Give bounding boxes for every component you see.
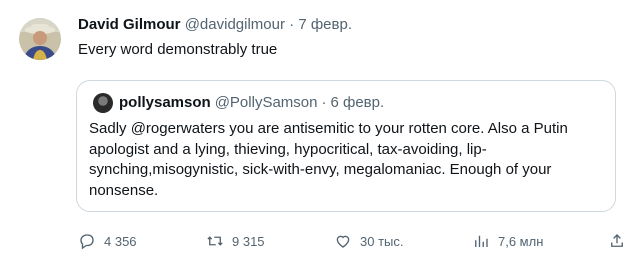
views-button[interactable]: 7,6 млн: [472, 232, 543, 250]
quoted-author-name: pollysamson: [119, 94, 211, 111]
post-text: Every word demonstrably true: [78, 41, 278, 58]
quoted-header-separator: ·: [321, 94, 327, 111]
reply-icon: [80, 234, 94, 250]
views-count: 7,6 млн: [498, 233, 544, 249]
post-header: David Gilmour @davidgilmour · 7 февр.: [78, 15, 352, 35]
like-button[interactable]: 30 тыс.: [334, 232, 403, 250]
views-icon: [475, 235, 488, 247]
reply-button[interactable]: 4 356: [78, 232, 137, 250]
repost-count: 9 315: [232, 233, 265, 249]
author-avatar-image: [19, 18, 61, 60]
quoted-author-avatar: [93, 93, 113, 113]
author-handle[interactable]: @davidgilmour: [185, 16, 285, 33]
author-avatar[interactable]: [19, 18, 61, 60]
share-button[interactable]: [608, 232, 626, 250]
quoted-post-text: Sadly @rogerwaters you are antisemitic t…: [89, 120, 568, 199]
quoted-post-card[interactable]: pollysamson @PollySamson · 6 февр. Sadly…: [76, 80, 616, 212]
action-bar: 4 356 9 315 30 тыс. 7,6 млн: [78, 232, 623, 252]
repost-icon: [207, 236, 223, 246]
quoted-post-date: 6 февр.: [330, 94, 385, 111]
post-date[interactable]: 7 февр.: [298, 16, 352, 33]
quoted-post-header: pollysamson @PollySamson · 6 февр.: [93, 93, 384, 113]
header-separator: ·: [289, 16, 295, 33]
heart-icon: [336, 235, 350, 248]
like-count: 30 тыс.: [360, 233, 404, 249]
author-name[interactable]: David Gilmour: [78, 16, 181, 33]
reply-count: 4 356: [104, 233, 137, 249]
quoted-author-handle: @PollySamson: [214, 94, 318, 111]
share-icon: [611, 234, 623, 247]
repost-button[interactable]: 9 315: [206, 232, 265, 250]
